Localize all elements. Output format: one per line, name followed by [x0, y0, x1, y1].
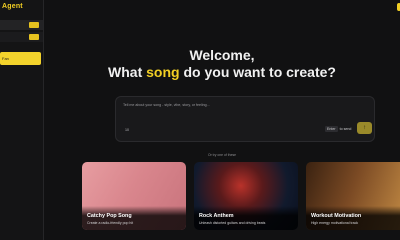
suggestion-card-rock[interactable]: Rock Anthem Unleash distorted guitars an…	[194, 162, 298, 230]
suggestion-card-pop[interactable]: Catchy Pop Song Create a radio-friendly …	[82, 162, 186, 230]
question-highlight: song	[146, 64, 180, 80]
badge-icon	[29, 22, 39, 28]
suggestions-helper: Or try one of these	[207, 153, 237, 157]
card-title: Catchy Pop Song	[87, 213, 132, 219]
sidebar-item[interactable]	[0, 20, 43, 30]
enter-hint-text: to send	[339, 127, 352, 131]
prompt-placeholder[interactable]: Tell me about your song - style, vibe, s…	[123, 103, 210, 107]
enter-key: Enter	[325, 126, 338, 132]
welcome-heading: Welcome,	[189, 47, 255, 63]
sidebar: Agent Fan	[0, 0, 44, 240]
sidebar-active-item[interactable]: Fan	[0, 52, 41, 65]
badge-icon	[29, 34, 39, 40]
card-desc: Create a radio-friendly pop hit	[87, 221, 134, 225]
card-desc: Unleash distorted guitars and driving be…	[199, 221, 266, 225]
song-prompt-box[interactable]: Tell me about your song - style, vibe, s…	[115, 96, 375, 142]
question-before: What	[108, 64, 147, 80]
enter-hint: Enter to send	[325, 126, 351, 132]
question-after: do you want to create?	[179, 64, 336, 80]
question-heading: What song do you want to create?	[44, 64, 400, 80]
prompt-tool-button[interactable]: 10	[125, 128, 129, 132]
card-title: Rock Anthem	[199, 213, 234, 219]
send-arrow-icon: ↑	[363, 125, 366, 131]
sidebar-item[interactable]	[0, 32, 43, 42]
card-desc: High energy motivational track	[311, 221, 359, 225]
suggestion-card-workout[interactable]: Workout Motivation High energy motivatio…	[306, 162, 400, 230]
card-title: Workout Motivation	[311, 213, 362, 219]
app-brand: Agent	[2, 3, 23, 10]
send-button[interactable]: ↑	[357, 122, 372, 134]
